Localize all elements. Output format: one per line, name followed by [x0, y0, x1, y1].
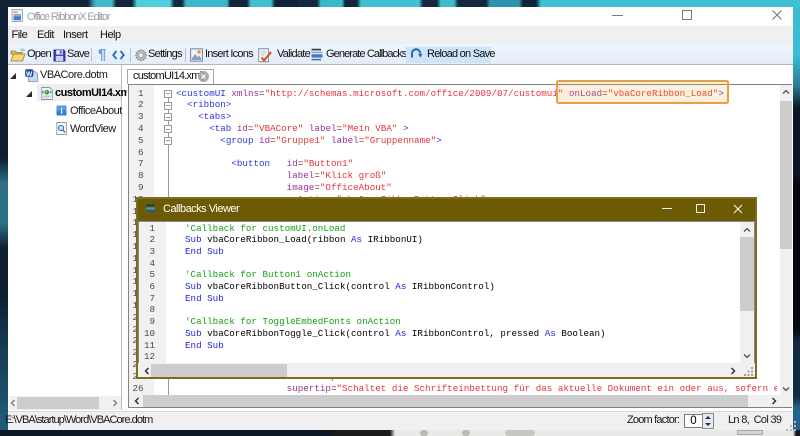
svg-text:W: W: [26, 71, 33, 78]
